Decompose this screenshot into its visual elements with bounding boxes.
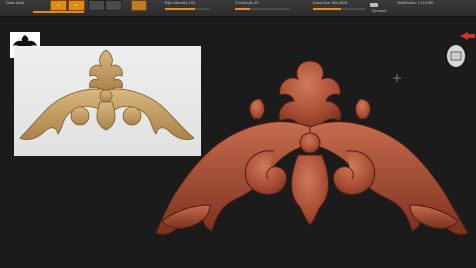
total-points-label: TotalPoints: 1.114 Mil xyxy=(397,1,433,5)
draw-size-label: Draw Size 108.0826 xyxy=(313,1,348,5)
dynamic-toggle[interactable] xyxy=(370,3,378,7)
z-intensity-label: Z Intensity 30 xyxy=(235,1,259,5)
draw-size-slider[interactable] xyxy=(313,8,365,10)
move-button[interactable] xyxy=(88,0,105,11)
edit-button[interactable]: E xyxy=(50,0,67,11)
z-intensity-slider[interactable] xyxy=(235,8,290,10)
draw-button[interactable]: D xyxy=(68,0,85,11)
sculpted-ornament-model[interactable] xyxy=(150,55,475,260)
mode-underline xyxy=(33,11,84,13)
rotate-button[interactable] xyxy=(131,0,147,11)
view-arrow-icon[interactable] xyxy=(458,27,476,40)
draw-mode-label: Draw Solid xyxy=(6,1,25,5)
scale-button[interactable] xyxy=(105,0,122,11)
top-toolbar: Draw Solid E D Rgb Intensity 100 Z Inten… xyxy=(0,0,476,17)
dynamic-label: Dynamic xyxy=(372,9,387,13)
rgb-intensity-slider[interactable] xyxy=(165,8,210,10)
rgb-intensity-label: Rgb Intensity 100 xyxy=(165,1,196,5)
